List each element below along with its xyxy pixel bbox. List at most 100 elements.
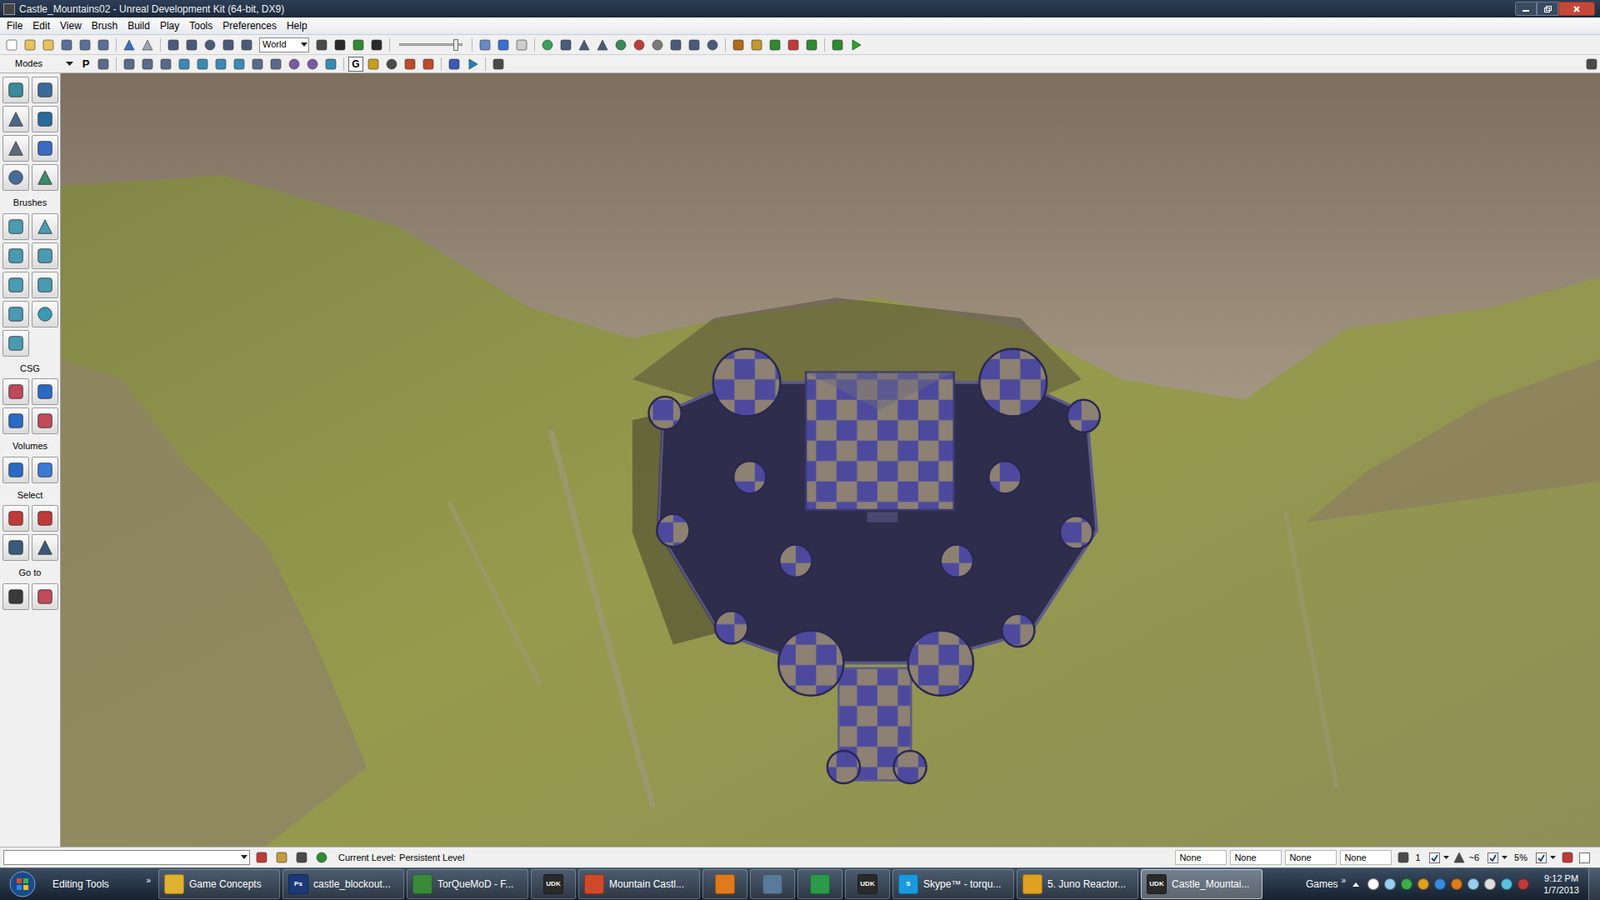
- menu-item[interactable]: Preferences: [217, 18, 282, 34]
- tool-button[interactable]: [238, 36, 255, 54]
- tool-button[interactable]: [201, 36, 219, 54]
- menu-item[interactable]: Tools: [184, 18, 218, 34]
- tool-button[interactable]: [2, 378, 30, 405]
- tool-button[interactable]: [31, 583, 59, 610]
- taskbar-item[interactable]: [702, 869, 748, 900]
- tool-button[interactable]: [31, 534, 59, 561]
- snap-checkbox[interactable]: [1487, 852, 1499, 864]
- maximize-viewport-button[interactable]: [1583, 55, 1600, 73]
- mode-button[interactable]: [31, 135, 59, 162]
- menu-item[interactable]: Brush: [86, 18, 123, 34]
- taskbar-toolbar[interactable]: Editing Tools»: [47, 876, 156, 892]
- taskbar-item[interactable]: Mountain Castl...: [578, 869, 700, 900]
- tray-expand-icon[interactable]: [1351, 880, 1360, 888]
- view-button[interactable]: [95, 55, 112, 73]
- viewport-tool-button[interactable]: [490, 55, 507, 73]
- tool-button[interactable]: [557, 36, 575, 54]
- view-mode-button[interactable]: [322, 55, 340, 73]
- status-button[interactable]: [293, 849, 310, 866]
- tool-button[interactable]: [2, 456, 30, 484]
- perspective-button[interactable]: P: [78, 56, 94, 72]
- tool-button[interactable]: [331, 36, 349, 54]
- viewport-tool-button[interactable]: [464, 55, 481, 73]
- mode-button[interactable]: [2, 164, 30, 191]
- taskbar-item[interactable]: Game Concepts: [158, 869, 280, 900]
- tray-icon[interactable]: [1484, 878, 1496, 890]
- tool-button[interactable]: [2, 407, 30, 435]
- menu-item[interactable]: Edit: [27, 18, 55, 34]
- view-mode-button[interactable]: [157, 55, 175, 73]
- tool-button[interactable]: [575, 36, 593, 54]
- tool-button[interactable]: [2, 534, 30, 561]
- view-mode-button[interactable]: [120, 55, 138, 73]
- taskbar-item[interactable]: UDKCastle_Mountai...: [1140, 869, 1263, 900]
- tool-button[interactable]: [2, 505, 30, 532]
- tray-icon[interactable]: [1417, 878, 1430, 890]
- mode-button[interactable]: [31, 105, 59, 133]
- tray-icon[interactable]: [1450, 878, 1463, 890]
- tray-icon[interactable]: [1517, 878, 1530, 890]
- tool-button[interactable]: [139, 36, 156, 54]
- view-mode-button[interactable]: [139, 55, 156, 73]
- tray-icon[interactable]: [1400, 878, 1413, 890]
- tray-icon[interactable]: [1384, 878, 1396, 890]
- taskbar-item[interactable]: 5. Juno Reactor...: [1016, 869, 1139, 900]
- taskbar-item[interactable]: SSkype™ - torqu...: [892, 869, 1015, 900]
- grid-button[interactable]: G: [348, 56, 364, 72]
- tool-button[interactable]: [31, 505, 59, 532]
- tool-button[interactable]: [539, 36, 556, 54]
- tool-button[interactable]: [476, 36, 494, 54]
- viewport-tool-button[interactable]: [365, 55, 382, 73]
- viewport-tool-button[interactable]: [420, 55, 437, 73]
- tool-button[interactable]: [2, 271, 30, 299]
- tool-button[interactable]: [704, 36, 721, 54]
- tool-button[interactable]: [120, 36, 138, 54]
- view-mode-button[interactable]: [230, 55, 248, 73]
- tool-button[interactable]: [495, 36, 512, 54]
- games-toolbar[interactable]: Games»: [1302, 876, 1350, 892]
- modes-header[interactable]: Modes: [0, 56, 77, 71]
- minimize-button[interactable]: [1515, 1, 1537, 16]
- menu-item[interactable]: Play: [155, 18, 185, 34]
- tool-button[interactable]: [31, 242, 59, 270]
- viewport[interactable]: [60, 73, 1600, 847]
- tool-button[interactable]: [685, 36, 703, 54]
- view-mode-button[interactable]: [285, 55, 303, 73]
- tool-button[interactable]: [31, 378, 59, 405]
- mode-button[interactable]: [2, 76, 30, 104]
- view-mode-button[interactable]: [212, 55, 230, 73]
- status-checkbox[interactable]: [1579, 852, 1590, 864]
- tool-button[interactable]: [350, 36, 367, 54]
- tool-button[interactable]: [3, 36, 20, 54]
- mode-button[interactable]: [31, 76, 59, 104]
- tool-button[interactable]: [183, 36, 200, 54]
- tool-button[interactable]: [2, 300, 30, 328]
- tool-button[interactable]: [95, 36, 112, 54]
- taskbar-item[interactable]: Pscastle_blockout...: [282, 869, 405, 900]
- tool-button[interactable]: [649, 36, 666, 54]
- view-mode-button[interactable]: [175, 55, 193, 73]
- tool-button[interactable]: [31, 407, 59, 435]
- coordinate-system-select[interactable]: World: [259, 37, 310, 53]
- grid-snap-button[interactable]: [1395, 849, 1412, 866]
- tool-button[interactable]: [829, 36, 846, 54]
- tool-button[interactable]: [2, 330, 30, 357]
- tool-button[interactable]: [667, 36, 685, 54]
- view-mode-button[interactable]: [304, 55, 321, 73]
- tool-button[interactable]: [748, 36, 765, 54]
- start-button[interactable]: [0, 868, 45, 900]
- menu-item[interactable]: View: [55, 18, 87, 34]
- mode-button[interactable]: [2, 135, 30, 162]
- tray-icon[interactable]: [1367, 878, 1380, 890]
- view-mode-button[interactable]: [267, 55, 285, 73]
- tool-button[interactable]: [220, 36, 237, 54]
- tool-button[interactable]: [21, 36, 39, 54]
- viewport-tool-button[interactable]: [401, 55, 419, 73]
- status-button[interactable]: [253, 849, 270, 866]
- status-button[interactable]: [1559, 849, 1576, 866]
- menu-item[interactable]: Build: [122, 18, 155, 34]
- tool-button[interactable]: [58, 36, 75, 54]
- tool-button[interactable]: [785, 36, 802, 54]
- close-button[interactable]: [1558, 1, 1595, 16]
- tool-button[interactable]: [31, 456, 59, 484]
